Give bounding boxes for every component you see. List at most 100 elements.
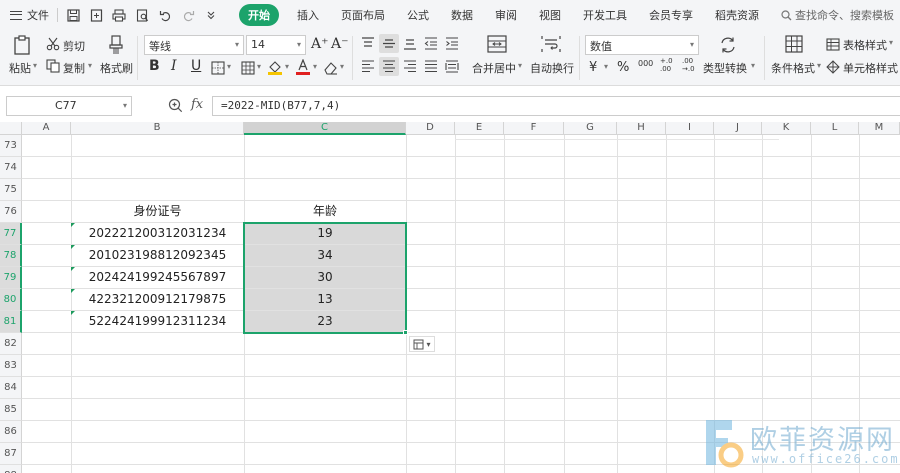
cell-b77[interactable]: 202221200312031234 xyxy=(71,223,244,245)
print-icon[interactable] xyxy=(112,8,126,22)
wrap-text-button[interactable]: 自动换行 xyxy=(530,60,574,76)
row-header-86[interactable]: 86 xyxy=(0,421,22,443)
command-search[interactable]: 查找命令、搜索模板 xyxy=(781,7,894,23)
row-header-75[interactable]: 75 xyxy=(0,179,22,201)
column-header-b[interactable]: B xyxy=(71,122,244,135)
redo-icon[interactable] xyxy=(181,8,195,22)
grid-border-icon[interactable] xyxy=(240,60,255,75)
row-header-82[interactable]: 82 xyxy=(0,333,22,355)
merge-center-button[interactable]: 合并居中 xyxy=(472,60,516,76)
row-header-74[interactable]: 74 xyxy=(0,157,22,179)
fill-color-dropdown-caret[interactable]: ▾ xyxy=(285,62,289,71)
row-header-83[interactable]: 83 xyxy=(0,355,22,377)
row-header-78[interactable]: 78 xyxy=(0,245,22,267)
cell-b76[interactable]: 身份证号 xyxy=(71,201,244,223)
insert-function-button[interactable]: fx xyxy=(191,97,203,112)
borders-dropdown-caret[interactable]: ▾ xyxy=(227,62,231,71)
align-top-icon[interactable] xyxy=(361,37,375,50)
tab-review[interactable]: 审阅 xyxy=(495,7,517,23)
cell-b79[interactable]: 202424199245567897 xyxy=(71,267,244,289)
fill-options-button[interactable]: ▾ xyxy=(409,336,435,352)
cell-b78[interactable]: 201023198812092345 xyxy=(71,245,244,267)
row-header-85[interactable]: 85 xyxy=(0,399,22,421)
column-header-m[interactable]: M xyxy=(859,122,900,135)
borders-icon[interactable] xyxy=(210,60,225,75)
row-header-80[interactable]: 80 xyxy=(0,289,22,311)
paste-icon[interactable] xyxy=(12,34,32,56)
decrease-indent-icon[interactable] xyxy=(424,37,438,50)
underline-button[interactable]: U xyxy=(191,58,201,74)
fill-color-icon[interactable] xyxy=(267,59,283,75)
grid-border-dropdown-caret[interactable]: ▾ xyxy=(257,62,261,71)
cell-c80[interactable]: 13 xyxy=(244,289,406,311)
conditional-format-button[interactable]: 条件格式 xyxy=(771,60,815,76)
column-header-l[interactable]: L xyxy=(811,122,859,135)
name-box[interactable]: C77 ▾ xyxy=(6,96,132,116)
font-size-select[interactable]: 14 ▾ xyxy=(246,35,306,55)
clear-format-dropdown-caret[interactable]: ▾ xyxy=(340,62,344,71)
formula-input[interactable]: =2022-MID(B77,7,4) xyxy=(212,96,900,116)
worksheet-grid[interactable]: A B C D E F G H I J K L M 73 74 75 76 77… xyxy=(0,122,900,473)
cell-c77[interactable]: 19 xyxy=(244,223,406,245)
justify-icon[interactable] xyxy=(424,60,438,73)
cell-c79[interactable]: 30 xyxy=(244,267,406,289)
cell-c81[interactable]: 23 xyxy=(244,311,406,333)
tab-page-layout[interactable]: 页面布局 xyxy=(341,7,385,23)
save-icon[interactable] xyxy=(66,8,80,22)
cell-c76[interactable]: 年龄 xyxy=(244,201,406,223)
percent-button[interactable]: % xyxy=(617,60,629,75)
column-header-a[interactable]: A xyxy=(22,122,71,135)
increase-indent-icon[interactable] xyxy=(445,37,459,50)
align-bottom-icon[interactable] xyxy=(403,37,417,50)
fill-handle[interactable] xyxy=(403,330,408,335)
row-header-84[interactable]: 84 xyxy=(0,377,22,399)
number-format-select[interactable]: 数值 ▾ xyxy=(585,35,699,55)
row-header-73[interactable]: 73 xyxy=(0,135,22,157)
tab-member[interactable]: 会员专享 xyxy=(649,7,693,23)
distributed-align-icon[interactable] xyxy=(445,60,459,73)
bold-button[interactable]: B xyxy=(149,58,160,74)
row-header-79[interactable]: 79 xyxy=(0,267,22,289)
customize-toolbar-icon[interactable] xyxy=(204,8,218,22)
row-header-88[interactable]: 88 xyxy=(0,465,22,473)
type-convert-button[interactable]: 类型转换 xyxy=(703,60,747,76)
cell-b81[interactable]: 522424199912311234 xyxy=(71,311,244,333)
export-pdf-icon[interactable] xyxy=(89,8,103,22)
copy-button[interactable]: 复制 xyxy=(63,60,85,76)
column-header-d[interactable]: D xyxy=(406,122,455,135)
format-painter-button[interactable]: 格式刷 xyxy=(100,60,133,76)
row-header-81[interactable]: 81 xyxy=(0,311,22,333)
align-left-icon[interactable] xyxy=(361,60,375,73)
currency-button[interactable]: ¥ xyxy=(589,60,597,75)
table-style-button[interactable]: 表格样式 xyxy=(843,37,887,53)
increase-decimal-button[interactable]: +.0 .00 xyxy=(660,57,680,73)
zoom-formula-icon[interactable] xyxy=(168,98,183,116)
merge-dropdown-caret[interactable]: ▾ xyxy=(518,61,522,70)
align-middle-icon[interactable] xyxy=(379,34,399,53)
copy-dropdown-caret[interactable]: ▾ xyxy=(88,61,92,70)
align-right-icon[interactable] xyxy=(403,60,417,73)
type-convert-dropdown-caret[interactable]: ▾ xyxy=(751,61,755,70)
align-center-icon[interactable] xyxy=(379,57,399,76)
clear-format-icon[interactable] xyxy=(323,60,338,75)
cell-c78[interactable]: 34 xyxy=(244,245,406,267)
tab-home[interactable]: 开始 xyxy=(239,4,279,26)
tab-docer-resources[interactable]: 稻壳资源 xyxy=(715,7,759,23)
tab-data[interactable]: 数据 xyxy=(451,7,473,23)
paste-button[interactable]: 粘贴 xyxy=(9,60,31,76)
select-all-corner[interactable] xyxy=(0,122,22,135)
row-header-87[interactable]: 87 xyxy=(0,443,22,465)
decrease-decimal-button[interactable]: .00 →.0 xyxy=(682,57,702,73)
undo-icon[interactable] xyxy=(158,8,172,22)
paste-dropdown-caret[interactable]: ▾ xyxy=(33,61,37,70)
italic-button[interactable]: I xyxy=(171,58,177,74)
print-preview-icon[interactable] xyxy=(135,8,149,22)
currency-dropdown-caret[interactable]: ▾ xyxy=(604,62,608,71)
font-name-select[interactable]: 等线 ▾ xyxy=(144,35,244,55)
tab-view[interactable]: 视图 xyxy=(539,7,561,23)
table-style-dropdown-caret[interactable]: ▾ xyxy=(889,38,893,47)
conditional-format-dropdown-caret[interactable]: ▾ xyxy=(817,61,821,70)
decrease-font-button[interactable]: A⁻ xyxy=(331,36,349,52)
row-header-77[interactable]: 77 xyxy=(0,223,22,245)
thousands-separator-button[interactable]: 000 xyxy=(638,59,653,68)
